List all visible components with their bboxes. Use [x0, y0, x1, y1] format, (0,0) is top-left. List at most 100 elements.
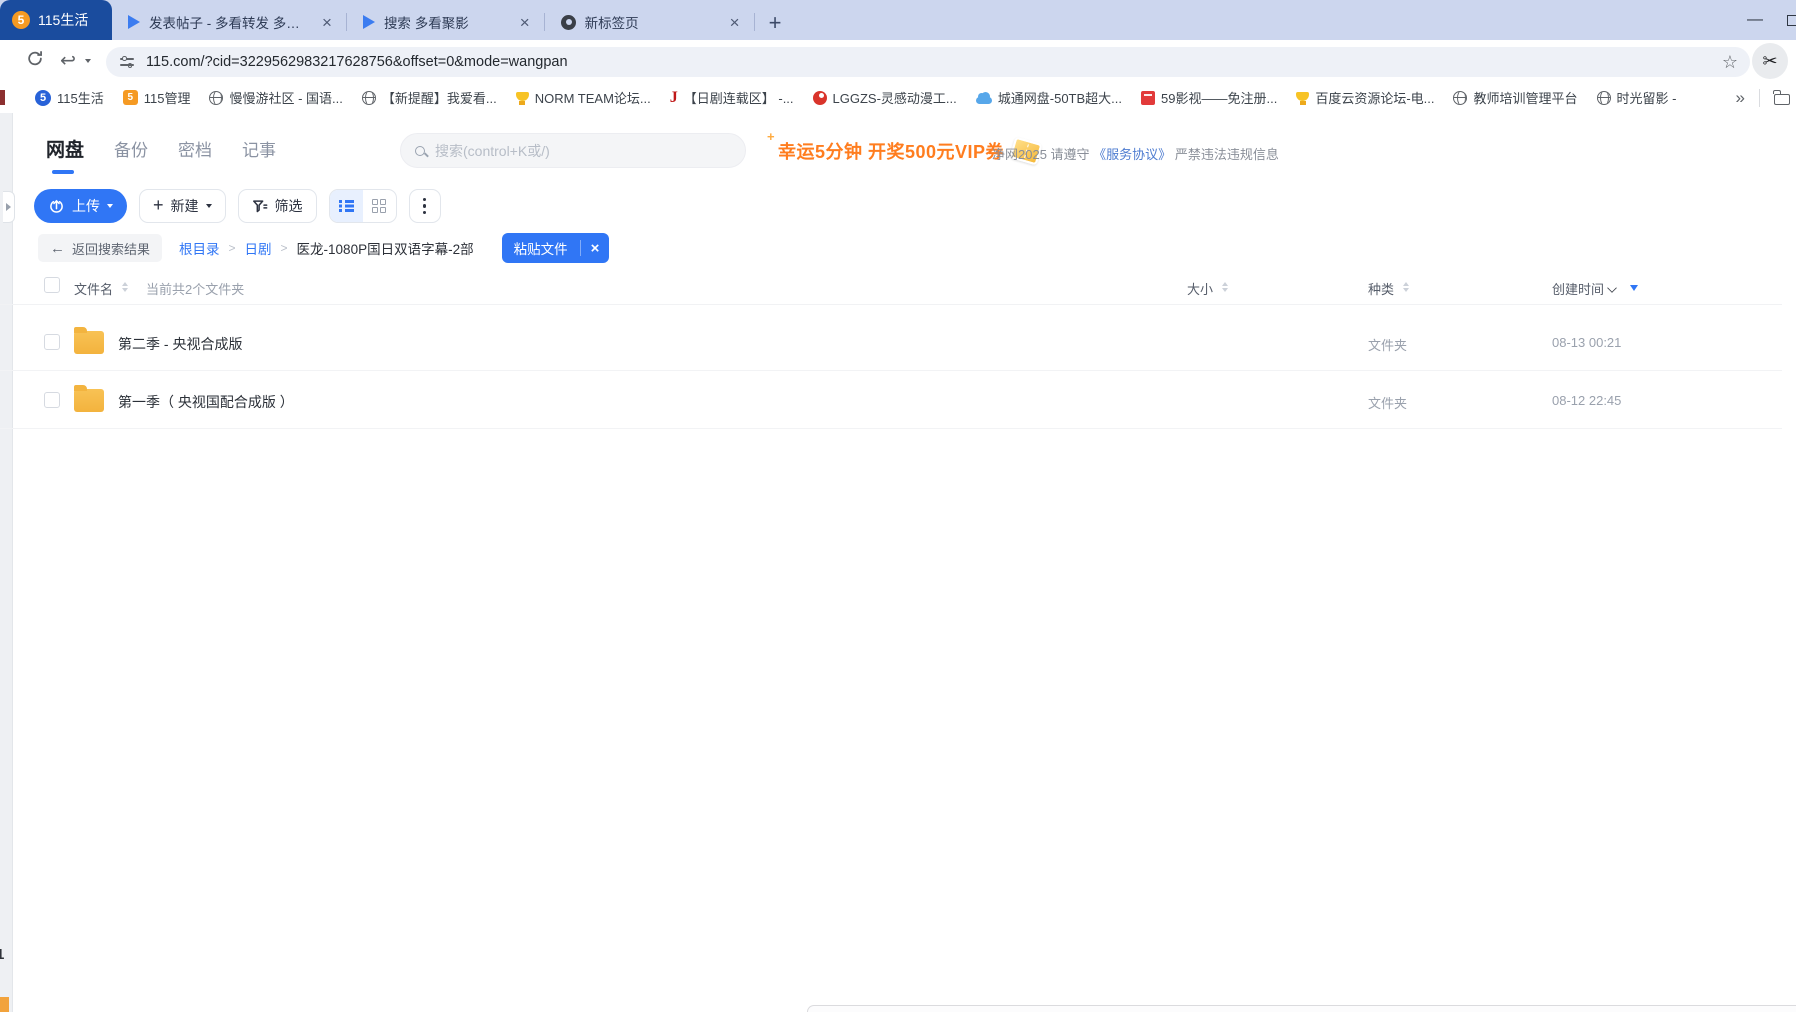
sort-icon[interactable] — [1403, 282, 1409, 292]
bookmark-59yingshi[interactable]: 59影视——免注册... — [1141, 88, 1277, 107]
folder-name[interactable]: 第二季 - 央视合成版 — [118, 334, 242, 354]
breadcrumb-parent[interactable]: 日剧 — [245, 238, 272, 258]
chevron-down-icon — [206, 204, 212, 208]
select-all-checkbox[interactable] — [44, 277, 60, 293]
cloud-icon — [976, 97, 992, 104]
service-agreement-link[interactable]: 《服务协议》 — [1093, 147, 1171, 162]
row-checkbox[interactable] — [44, 334, 60, 350]
nav-vault[interactable]: 密档 — [178, 136, 212, 171]
back-arrow-icon: ← — [50, 240, 65, 257]
115-drive-page: 网盘 备份 密档 记事 幸运5分钟 开奖500元VIP券 净网2025 请遵守 … — [0, 113, 1796, 1012]
paste-files-button[interactable]: 粘贴文件 × — [502, 233, 610, 263]
tab-post-duokan[interactable]: 发表帖子 - 多看转发 多看聚影 × — [112, 4, 346, 40]
filter-button[interactable]: 筛选 — [238, 189, 317, 223]
bookmark-lggzs[interactable]: LGGZS-灵感动漫工... — [813, 88, 957, 107]
sort-icon[interactable] — [122, 282, 128, 292]
bookmark-label: 115生活 — [57, 88, 104, 107]
all-bookmarks-folder-icon[interactable] — [1774, 94, 1790, 105]
row-checkbox[interactable] — [44, 392, 60, 408]
corner-artifact — [0, 997, 9, 1012]
bookmark-115-life[interactable]: 5 115生活 — [35, 88, 104, 107]
sort-icon[interactable] — [1222, 282, 1228, 292]
notice-suffix: 严禁违法违规信息 — [1175, 147, 1279, 162]
address-bar-row: › ↩ 115.com/?cid=3229562983217628756&off… — [0, 40, 1796, 82]
bookmark-star-icon[interactable]: ☆ — [1722, 52, 1738, 73]
breadcrumb-root[interactable]: 根目录 — [179, 238, 220, 258]
maximize-button[interactable] — [1787, 15, 1796, 26]
table-row[interactable]: 第一季（ 央视国配合成版 ） 文件夹 08-12 22:45 — [0, 371, 1782, 429]
top-nav: 网盘 备份 密档 记事 — [46, 135, 276, 172]
bookmark-woaikan[interactable]: 【新提醒】我爱看... — [362, 88, 497, 107]
folder-name[interactable]: 第一季（ 央视国配合成版 ） — [118, 392, 294, 412]
search-box[interactable] — [400, 133, 746, 168]
site-info-icon[interactable] — [120, 56, 134, 68]
minimize-button[interactable]: — — [1747, 11, 1763, 29]
bookmark-norm-team[interactable]: NORM TEAM论坛... — [516, 88, 651, 107]
sidebar-expander[interactable] — [3, 191, 15, 223]
column-name[interactable]: 文件名 — [74, 279, 113, 298]
column-size[interactable]: 大小 — [1187, 279, 1213, 298]
bookmark-teacher-training[interactable]: 教师培训管理平台 — [1453, 88, 1577, 107]
bookmark-manmanyou[interactable]: 慢慢游社区 - 国语... — [209, 88, 342, 107]
nav-notes[interactable]: 记事 — [242, 136, 276, 171]
grid-icon — [372, 199, 386, 213]
page-indicator: 1 — [0, 946, 4, 963]
reload-icon[interactable] — [26, 50, 44, 73]
sort-desc-icon[interactable] — [1630, 285, 1638, 291]
new-tab-button[interactable]: + — [769, 12, 782, 34]
clip-extension-button[interactable]: ✂ — [1752, 43, 1788, 79]
column-kind[interactable]: 种类 — [1368, 279, 1394, 298]
bookmark-label: 慢慢游社区 - 国语... — [229, 88, 342, 107]
back-icon[interactable]: ↩ — [60, 50, 76, 73]
chevron-right-icon — [6, 203, 11, 211]
file-list: 第二季 - 央视合成版 文件夹 08-13 00:21 第一季（ 央视国配合成版… — [0, 313, 1796, 429]
nav-drive[interactable]: 网盘 — [46, 135, 84, 172]
list-view-button[interactable] — [330, 190, 363, 222]
upload-cloud-icon — [48, 198, 65, 215]
bookmark-115-admin[interactable]: 5 115管理 — [123, 88, 191, 107]
bookmark-label: NORM TEAM论坛... — [535, 88, 651, 107]
bookmark-label: 教师培训管理平台 — [1473, 88, 1577, 107]
bookmarks-overflow-icon[interactable]: » — [1736, 88, 1745, 108]
duokan-favicon — [363, 15, 375, 29]
bookmark-baiduyun-forum[interactable]: 百度云资源论坛-电... — [1296, 88, 1434, 107]
list-icon — [339, 200, 354, 212]
more-actions-button[interactable] — [409, 189, 441, 223]
close-icon[interactable]: × — [318, 14, 336, 31]
tab-new-tab-page[interactable]: 新标签页 × — [545, 4, 754, 40]
bookmark-chengtong[interactable]: 城通网盘-50TB超大... — [976, 88, 1122, 107]
grid-view-button[interactable] — [363, 190, 396, 222]
tab-separator — [754, 13, 755, 31]
history-caret-icon[interactable] — [85, 59, 91, 63]
row-created: 08-13 00:21 — [1552, 335, 1621, 350]
bottom-window-edge — [807, 1005, 1796, 1012]
bookmark-label: 百度云资源论坛-电... — [1315, 88, 1434, 107]
chevron-down-icon[interactable] — [1607, 283, 1617, 293]
nav-backup[interactable]: 备份 — [114, 136, 148, 171]
breadcrumb-current: 医龙-1080P国日双语字幕-2部 — [297, 238, 474, 258]
search-input[interactable] — [435, 143, 731, 159]
url-text[interactable]: 115.com/?cid=3229562983217628756&offset=… — [146, 54, 1710, 70]
newtab-favicon — [561, 15, 576, 30]
tab-strip: 5 115生活 发表帖子 - 多看转发 多看聚影 × 搜索 多看聚影 × 新标签… — [0, 0, 1796, 40]
table-row[interactable]: 第二季 - 央视合成版 文件夹 08-13 00:21 — [0, 313, 1782, 371]
new-button[interactable]: + 新建 — [139, 189, 226, 223]
duokan-favicon — [128, 15, 140, 29]
globe-icon — [1597, 91, 1611, 105]
back-to-search-button[interactable]: ← 返回搜索结果 — [38, 234, 162, 262]
bookmark-label: 【新提醒】我爱看... — [382, 88, 497, 107]
upload-button[interactable]: 上传 — [34, 189, 127, 223]
omnibox[interactable]: 115.com/?cid=3229562983217628756&offset=… — [106, 47, 1750, 77]
tab-search-duokan[interactable]: 搜索 多看聚影 × — [347, 4, 544, 40]
close-icon[interactable]: × — [726, 14, 744, 31]
bookmark-jdrama[interactable]: J 【日剧连载区】 -... — [670, 88, 794, 107]
forward-icon[interactable]: › — [0, 50, 1, 73]
column-created[interactable]: 创建时间 — [1552, 279, 1604, 298]
j-icon: J — [670, 90, 678, 106]
tab-115-life[interactable]: 5 115生活 — [0, 0, 112, 40]
bookmarks-bar: 5 115生活 5 115管理 慢慢游社区 - 国语... 【新提醒】我爱看..… — [0, 82, 1796, 113]
cancel-paste-icon[interactable]: × — [581, 240, 610, 257]
close-icon[interactable]: × — [516, 14, 534, 31]
file-toolbar: 上传 + 新建 筛选 — [34, 189, 441, 223]
bookmark-shiguangliuying[interactable]: 时光留影 - — [1597, 88, 1677, 107]
